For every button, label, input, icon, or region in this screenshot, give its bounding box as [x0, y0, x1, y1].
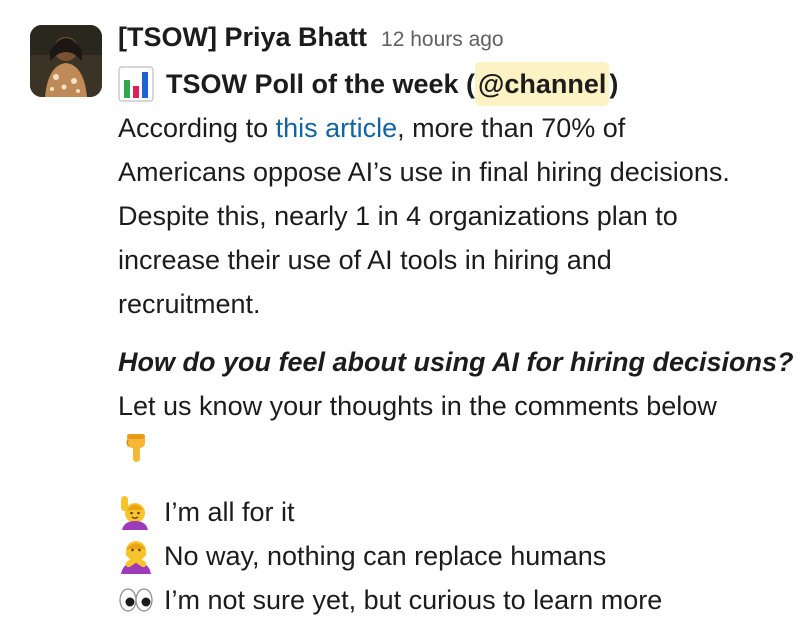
message-header: [TSOW] Priya Bhatt 12 hours ago	[118, 22, 788, 62]
raising-hand-icon	[118, 494, 154, 530]
poll-option: No way, nothing can replace humans	[118, 534, 788, 578]
paragraph-line: Americans oppose AI’s use in final hirin…	[118, 157, 730, 187]
option-label: I’m all for it	[164, 496, 295, 527]
pointing-down-row	[118, 428, 788, 474]
eyes-icon	[118, 582, 154, 618]
poll-option: I’m all for it	[118, 490, 788, 534]
bar-chart-icon	[118, 66, 154, 102]
paragraph-intro: According to	[118, 113, 276, 143]
paragraph-text: , more than 70% of	[397, 113, 626, 143]
article-link[interactable]: this article	[276, 113, 398, 143]
poll-options: I’m all for it No way, nothing can repla…	[118, 490, 788, 622]
poll-question: How do you feel about using AI for hirin…	[118, 347, 794, 377]
paragraph-line: According to this article, more than 70%…	[118, 106, 788, 150]
title-text: TSOW Poll of the week (	[166, 69, 476, 99]
channel-mention[interactable]: @channel	[475, 62, 610, 106]
paragraph-line: increase their use of AI tools in hiring…	[118, 245, 612, 275]
pointing-down-icon	[118, 428, 154, 464]
message-paragraph: According to this article, more than 70%…	[118, 106, 788, 326]
sender-name[interactable]: [TSOW] Priya Bhatt	[118, 22, 367, 53]
message-timestamp[interactable]: 12 hours ago	[381, 28, 504, 52]
message-content: [TSOW] Priya Bhatt 12 hours ago TSOW Pol…	[118, 22, 794, 622]
paragraph-line: Despite this, nearly 1 in 4 organization…	[118, 201, 678, 231]
option-label: I’m not sure yet, but curious to learn m…	[164, 584, 663, 615]
call-to-action: Let us know your thoughts in the comment…	[118, 391, 717, 421]
paragraph-line: recruitment.	[118, 289, 261, 319]
option-label: No way, nothing can replace humans	[164, 540, 607, 571]
avatar[interactable]	[30, 25, 102, 97]
title-suffix: )	[609, 69, 619, 99]
message: [TSOW] Priya Bhatt 12 hours ago TSOW Pol…	[0, 0, 802, 626]
message-title: TSOW Poll of the week ( @channel )	[118, 62, 788, 106]
poll-option: I’m not sure yet, but curious to learn m…	[118, 578, 788, 622]
no-gesture-icon	[118, 538, 154, 574]
